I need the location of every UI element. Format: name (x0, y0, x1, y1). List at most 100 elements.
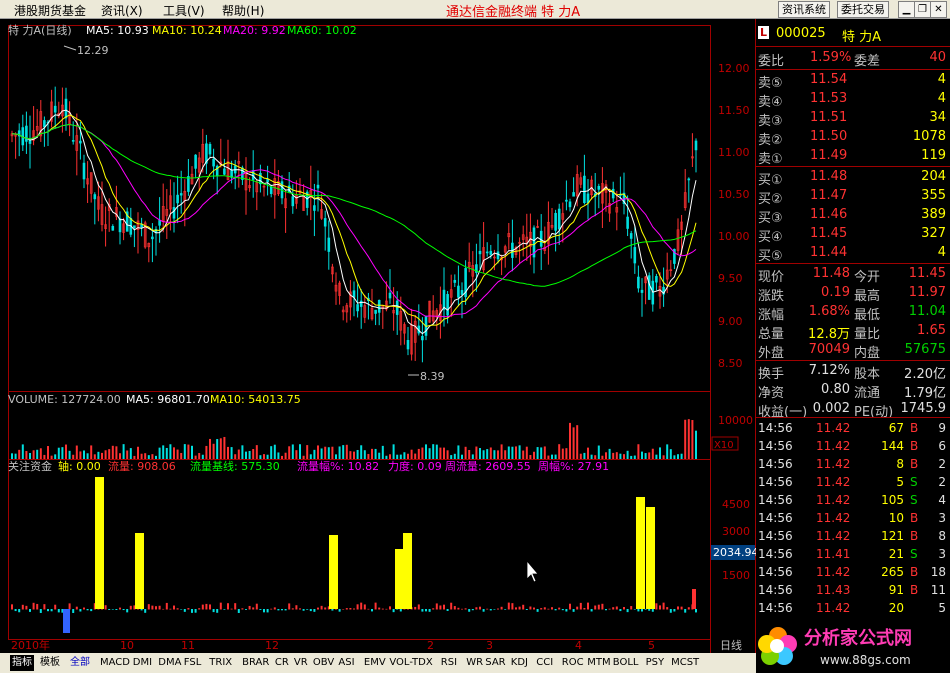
period-label[interactable]: 日线 (720, 638, 742, 652)
volume-bar (590, 454, 593, 459)
tab-cci[interactable]: CCI (536, 655, 553, 671)
tab-mtm[interactable]: MTM (587, 655, 610, 671)
bid-price[interactable]: 11.46 (810, 207, 847, 222)
flow-bar (79, 609, 82, 612)
restore-icon[interactable]: ❐ (914, 1, 931, 18)
volume-bar (259, 455, 262, 459)
tab-roc[interactable]: ROC (562, 655, 584, 671)
tick-time: 14:56 (758, 511, 793, 525)
flow-bar (669, 609, 672, 613)
tab-emv[interactable]: EMV (364, 655, 386, 671)
candle-body (687, 178, 691, 181)
flow-bar (655, 603, 658, 610)
tab-trix[interactable]: TRIX (209, 655, 232, 671)
volume-ma10-label: MA10: 54013.75 (210, 393, 301, 406)
flow-bar (464, 608, 467, 610)
volume-bar (446, 450, 449, 459)
bid-volume: 389 (921, 207, 946, 222)
price-tick: 9.50 (718, 272, 743, 285)
price-tick: 10.00 (718, 230, 750, 243)
flow-bar (608, 608, 611, 610)
stat-label: 现价 (758, 270, 785, 285)
volume-bar (180, 452, 183, 459)
ask-price[interactable]: 11.50 (810, 129, 847, 144)
volume-bar (612, 452, 615, 459)
tab-boll[interactable]: BOLL (613, 655, 639, 671)
bid-row: 买⑤ 11.44 4 (756, 244, 950, 264)
tab-psy[interactable]: PSY (646, 655, 665, 671)
tab-sar[interactable]: SAR (485, 655, 505, 671)
menu-tools[interactable]: 工具(V) (163, 2, 205, 19)
flow-bar (342, 608, 345, 610)
info-system-button[interactable]: 资讯系统 (778, 1, 830, 18)
candle-body (313, 205, 316, 211)
menu-help[interactable]: 帮助(H) (222, 2, 264, 19)
stat-label: 净资 (758, 386, 785, 401)
stat-row: 净资 0.80 流通 1.79亿 (756, 381, 950, 401)
tab-dma[interactable]: DMA (158, 655, 181, 671)
tab-kdj[interactable]: KDJ (511, 655, 528, 671)
flow-bar (309, 609, 312, 612)
ask-price[interactable]: 11.51 (810, 110, 847, 125)
tick-time: 14:56 (758, 529, 793, 543)
ask-price[interactable]: 11.49 (810, 148, 847, 163)
bid-label: 买③ (758, 211, 783, 226)
tab-全部[interactable]: 全部 (70, 655, 90, 671)
flow-bar (651, 609, 654, 612)
ask-price[interactable]: 11.53 (810, 91, 847, 106)
ask-volume: 4 (937, 91, 946, 106)
volume-bar (173, 447, 175, 459)
bid-price[interactable]: 11.48 (810, 169, 847, 184)
kline-chart-area[interactable]: 特 力A(日线) MA5: 10.93 MA10: 10.24 MA20: 9.… (0, 19, 756, 653)
volume-bar (525, 446, 528, 459)
tab-fsl[interactable]: FSL (184, 655, 202, 671)
tab-macd[interactable]: MACD (100, 655, 130, 671)
tab-cr[interactable]: CR (275, 655, 289, 671)
candle-body (554, 212, 557, 231)
candle-body (187, 176, 190, 192)
candle-body (82, 162, 86, 180)
flow-bar (345, 608, 348, 610)
tab-vr[interactable]: VR (294, 655, 308, 671)
volume-bar (662, 455, 665, 459)
volume-bar (378, 452, 381, 459)
trade-button[interactable]: 委托交易 (837, 1, 889, 18)
tab-asi[interactable]: ASI (338, 655, 354, 671)
flow-bar (529, 606, 532, 610)
tab-mcst[interactable]: MCST (671, 655, 699, 671)
flow-bar (432, 608, 435, 610)
volume-bar (169, 444, 172, 459)
date-tick: 4 (575, 639, 582, 652)
menu-hk-futures[interactable]: 港股期货基金 (14, 2, 86, 19)
bid-price[interactable]: 11.44 (810, 245, 847, 260)
flow-bar (569, 603, 571, 610)
bid-row: 买② 11.47 355 (756, 187, 950, 207)
volume-bar (11, 453, 13, 459)
tab-rsi[interactable]: RSI (441, 655, 457, 671)
ask-price[interactable]: 11.54 (810, 72, 847, 87)
flow-peak-bar (395, 549, 404, 609)
bid-price[interactable]: 11.47 (810, 188, 847, 203)
tab-dmi[interactable]: DMI (133, 655, 152, 671)
flow-bar (32, 602, 35, 610)
close-icon[interactable]: ✕ (930, 1, 947, 18)
flow-bar (587, 602, 589, 610)
minimize-icon[interactable]: ▁ (898, 1, 915, 18)
volume-bar (306, 445, 309, 459)
volume-bar (281, 455, 283, 459)
flow-bar (619, 609, 622, 612)
tab-wr[interactable]: WR (466, 655, 483, 671)
volume-bar (597, 445, 600, 459)
flow-bar (399, 609, 402, 612)
bid-price[interactable]: 11.45 (810, 226, 847, 241)
volume-bar (601, 455, 604, 459)
date-tick: 2010年 (11, 638, 50, 652)
candle-body (586, 193, 590, 204)
flow-bar (47, 609, 49, 612)
tab-vol-tdx[interactable]: VOL-TDX (389, 655, 432, 671)
tab-brar[interactable]: BRAR (242, 655, 269, 671)
tab-指标[interactable]: 指标 (10, 655, 34, 671)
tab-模板[interactable]: 模板 (40, 655, 60, 671)
tab-obv[interactable]: OBV (313, 655, 334, 671)
menu-info[interactable]: 资讯(X) (101, 2, 143, 19)
